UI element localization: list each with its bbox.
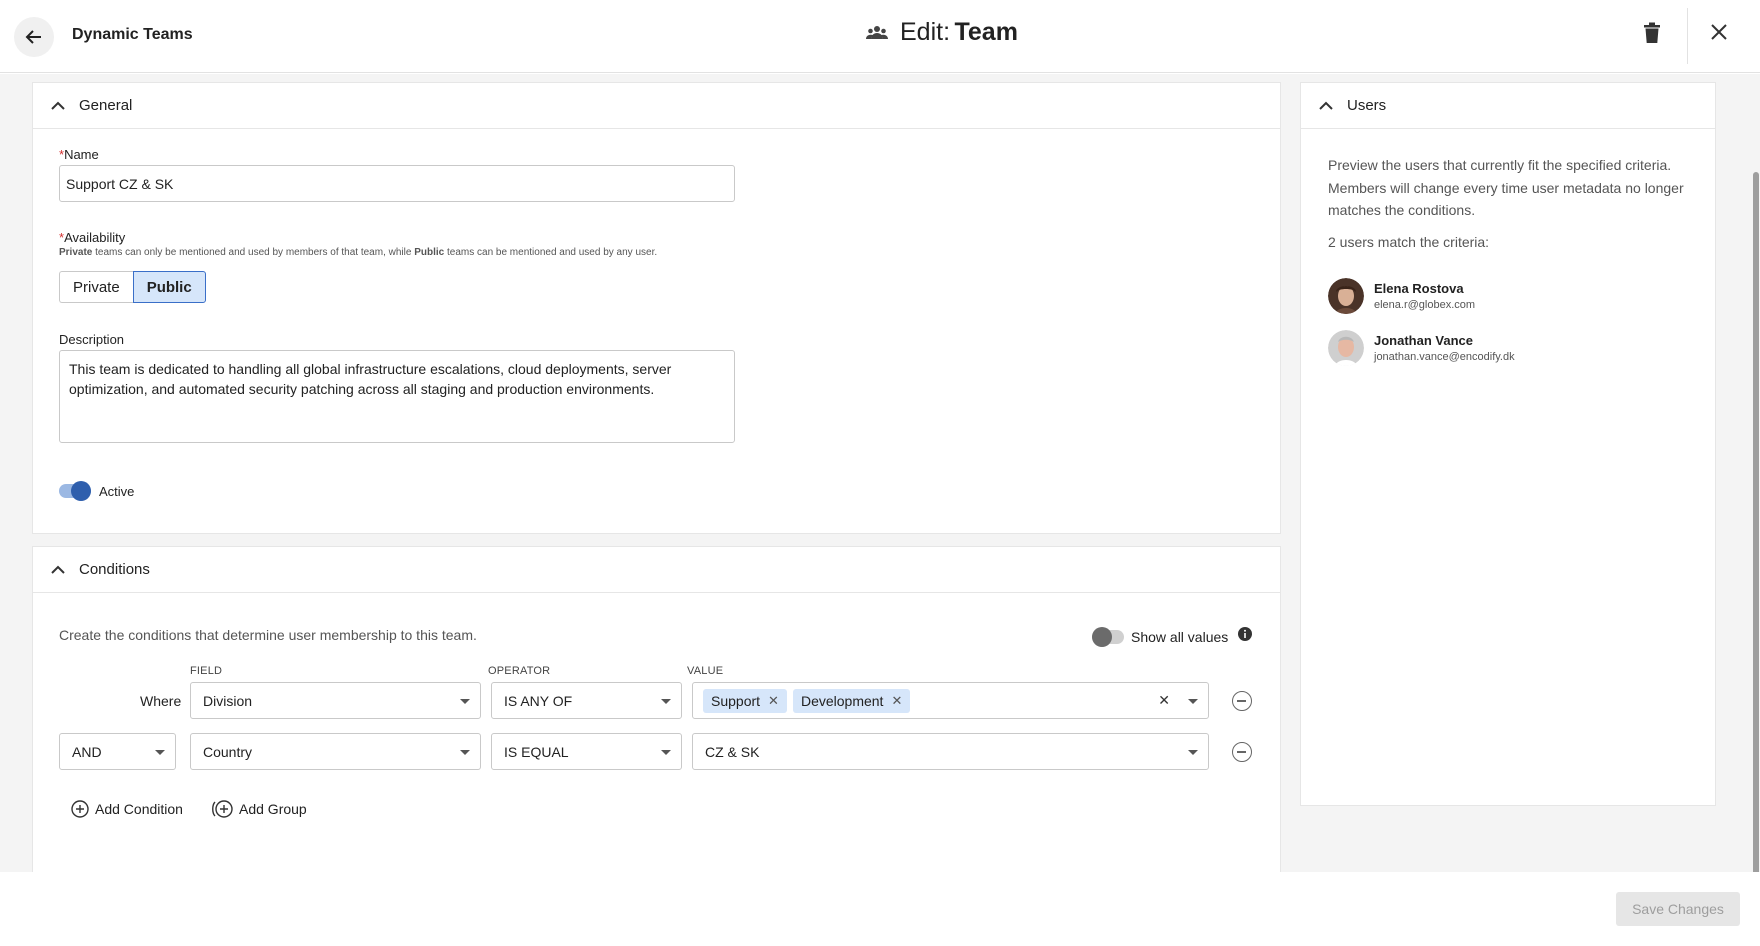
- caret-down-icon: [661, 699, 671, 704]
- user-email: jonathan.vance@encodify.dk: [1374, 351, 1515, 363]
- user-info: Jonathan Vance jonathan.vance@encodify.d…: [1374, 333, 1515, 363]
- title-name: Team: [954, 18, 1018, 46]
- connector-select-and[interactable]: AND: [59, 733, 176, 770]
- team-icon: [866, 25, 888, 39]
- divider: [1687, 8, 1688, 64]
- footer-bar: Save Changes: [0, 872, 1760, 946]
- add-group-icon: [212, 800, 233, 818]
- conditions-intro: Create the conditions that determine use…: [59, 627, 477, 643]
- add-condition-button[interactable]: Add Condition: [71, 800, 183, 818]
- conditions-panel: Conditions Create the conditions that de…: [32, 546, 1281, 872]
- caret-down-icon: [155, 750, 165, 755]
- value-chip-support: Support ✕: [703, 688, 787, 713]
- chevron-up-icon[interactable]: [51, 101, 65, 111]
- show-all-values-label: Show all values: [1131, 629, 1229, 645]
- availability-label: *Availability: [59, 230, 126, 245]
- value-select[interactable]: CZ & SK: [692, 733, 1209, 770]
- users-header[interactable]: Users: [1301, 83, 1715, 129]
- user-item[interactable]: Elena Rostova elena.r@globex.com: [1328, 278, 1475, 314]
- main-area: General *Name Support CZ & SK *Availabil…: [0, 74, 1760, 909]
- public-option[interactable]: Public: [132, 271, 206, 303]
- conditions-header[interactable]: Conditions: [33, 547, 1280, 593]
- value-chip-development: Development ✕: [792, 688, 911, 713]
- value-multiselect[interactable]: Support ✕ Development ✕ ✕: [692, 682, 1209, 719]
- user-name: Jonathan Vance: [1374, 333, 1473, 348]
- active-toggle[interactable]: [59, 481, 91, 501]
- general-header[interactable]: General: [33, 83, 1280, 129]
- toggle-knob: [71, 481, 91, 501]
- title-prefix: Edit:: [900, 18, 951, 46]
- delete-button[interactable]: [1643, 22, 1661, 49]
- trash-icon: [1644, 22, 1660, 43]
- save-changes-button[interactable]: Save Changes: [1616, 892, 1740, 926]
- description-label: Description: [59, 332, 125, 347]
- value-column-header: VALUE: [687, 665, 724, 677]
- avatar: [1328, 330, 1364, 366]
- info-icon[interactable]: [1238, 627, 1252, 641]
- header-bar: Dynamic Teams Edit: Team: [0, 0, 1760, 73]
- chevron-up-icon[interactable]: [1319, 101, 1333, 111]
- description-field[interactable]: This team is dedicated to handling all g…: [59, 350, 735, 443]
- users-title: Users: [1347, 97, 1387, 114]
- caret-down-icon: [460, 750, 470, 755]
- caret-down-icon: [661, 750, 671, 755]
- where-label: Where: [140, 693, 182, 709]
- user-email: elena.r@globex.com: [1374, 299, 1476, 311]
- remove-chip-icon[interactable]: ✕: [891, 693, 902, 709]
- name-label: *Name: [59, 147, 99, 162]
- caret-down-icon: [1188, 750, 1198, 755]
- operator-select-is-any-of[interactable]: IS ANY OF: [491, 682, 682, 719]
- availability-toggle: Private Public: [59, 271, 206, 303]
- operator-select-is-equal[interactable]: IS EQUAL: [491, 733, 682, 770]
- general-panel: General *Name Support CZ & SK *Availabil…: [32, 82, 1281, 534]
- remove-condition-button[interactable]: [1232, 691, 1252, 711]
- availability-hint: Private teams can only be mentioned and …: [59, 247, 658, 258]
- general-title: General: [79, 97, 133, 114]
- operator-column-header: OPERATOR: [488, 665, 551, 677]
- user-info: Elena Rostova elena.r@globex.com: [1374, 281, 1475, 311]
- field-select-division[interactable]: Division: [190, 682, 481, 719]
- caret-down-icon: [1188, 699, 1198, 704]
- avatar: [1328, 278, 1364, 314]
- field-select-country[interactable]: Country: [190, 733, 481, 770]
- remove-chip-icon[interactable]: ✕: [768, 693, 779, 709]
- show-all-values-toggle[interactable]: [1092, 627, 1124, 647]
- caret-down-icon: [460, 699, 470, 704]
- scrollbar[interactable]: [1753, 172, 1759, 909]
- page-title: Edit: Team: [866, 18, 1018, 47]
- clear-all-icon[interactable]: ✕: [1158, 692, 1170, 709]
- close-icon: [1711, 24, 1727, 40]
- close-button[interactable]: [1710, 23, 1728, 46]
- chevron-up-icon[interactable]: [51, 565, 65, 575]
- users-preview-text: Preview the users that currently fit the…: [1328, 157, 1684, 218]
- active-label: Active: [99, 484, 135, 499]
- name-field[interactable]: Support CZ & SK: [59, 165, 735, 202]
- private-option[interactable]: Private: [59, 271, 133, 303]
- field-column-header: FIELD: [190, 665, 223, 677]
- plus-circle-icon: [71, 800, 89, 818]
- remove-condition-button[interactable]: [1232, 742, 1252, 762]
- user-item[interactable]: Jonathan Vance jonathan.vance@encodify.d…: [1328, 330, 1515, 366]
- breadcrumb[interactable]: Dynamic Teams: [72, 26, 193, 44]
- toggle-knob: [1092, 627, 1112, 647]
- conditions-title: Conditions: [79, 561, 150, 578]
- user-name: Elena Rostova: [1374, 281, 1464, 296]
- add-group-button[interactable]: Add Group: [211, 800, 307, 818]
- users-match-count: 2 users match the criteria:: [1328, 234, 1490, 250]
- arrow-left-icon: [25, 30, 41, 44]
- users-panel: Users Preview the users that currently f…: [1300, 82, 1716, 806]
- back-button[interactable]: [14, 17, 54, 57]
